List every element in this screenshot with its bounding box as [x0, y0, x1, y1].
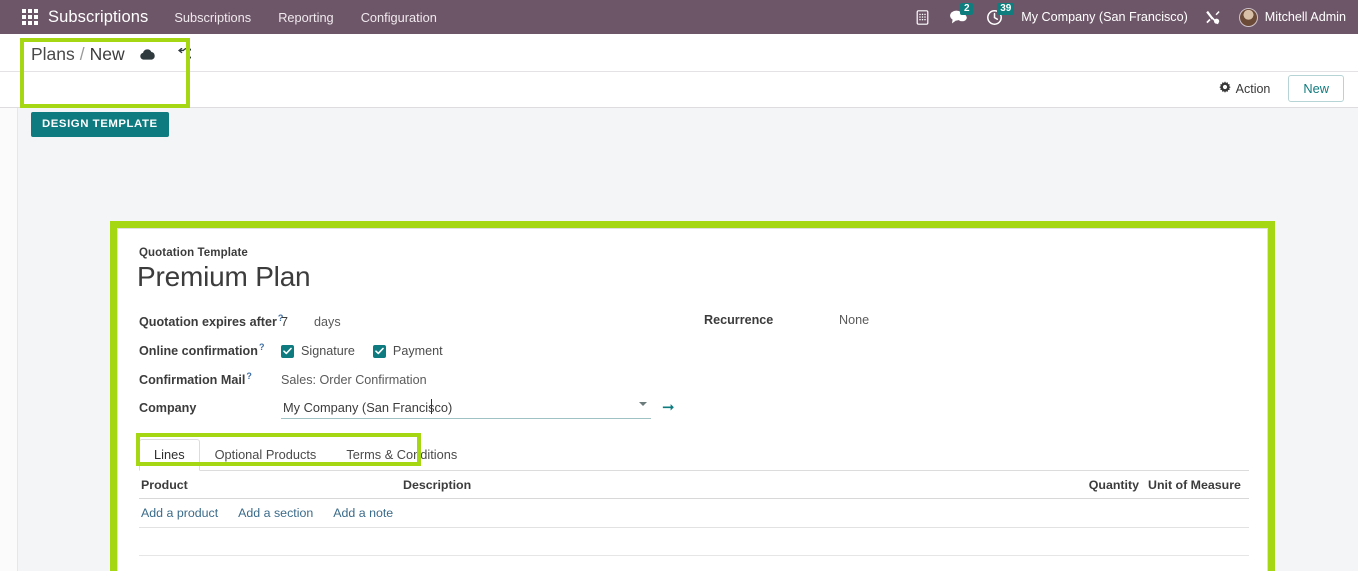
- activities-badge-count: 39: [997, 2, 1015, 15]
- field-label-online-confirmation: Online confirmation?: [139, 342, 265, 359]
- field-company: Company ➞: [139, 399, 679, 429]
- internal-link-arrow-icon[interactable]: ➞: [662, 400, 675, 415]
- column-header-product: Product: [141, 477, 188, 492]
- field-label-company: Company: [139, 401, 197, 415]
- page-title[interactable]: Premium Plan: [137, 261, 311, 293]
- nav-menu-configuration[interactable]: Configuration: [361, 10, 437, 25]
- navbar-company-switcher[interactable]: My Company (San Francisco): [1021, 10, 1188, 24]
- company-input-wrapper[interactable]: [281, 399, 651, 419]
- form-group-left: Quotation expires after? 7 days Online c…: [139, 313, 679, 429]
- tools-icon[interactable]: [1204, 9, 1221, 26]
- user-avatar[interactable]: [1238, 7, 1258, 27]
- field-recurrence: Recurrence None: [704, 313, 1104, 342]
- apps-grid-icon[interactable]: [22, 9, 38, 25]
- nav-menu-reporting[interactable]: Reporting: [278, 10, 334, 25]
- add-a-product-link[interactable]: Add a product: [141, 506, 218, 520]
- company-input[interactable]: [281, 400, 651, 419]
- order-lines-table: Product Description Quantity Unit of Mea…: [139, 471, 1249, 571]
- gear-icon: [1218, 81, 1231, 96]
- table-add-row: Add a product Add a section Add a note: [139, 499, 1249, 528]
- checkbox-payment-label: Payment: [392, 344, 443, 359]
- activities-clock-icon[interactable]: 39: [986, 2, 1015, 26]
- breadcrumb-separator: /: [79, 44, 85, 64]
- user-menu-mitchell-admin[interactable]: Mitchell Admin: [1265, 10, 1346, 24]
- breadcrumb: Plans / New: [31, 44, 191, 65]
- notebook: Lines Optional Products Terms & Conditio…: [139, 438, 1249, 571]
- cloud-save-icon[interactable]: [139, 48, 156, 61]
- add-a-section-link[interactable]: Add a section: [238, 506, 313, 520]
- checkbox-signature-box[interactable]: [281, 344, 294, 358]
- column-header-unit-of-measure: Unit of Measure: [1148, 477, 1241, 492]
- notebook-tabs: Lines Optional Products Terms & Conditio…: [139, 438, 1249, 471]
- field-label-recurrence: Recurrence: [704, 313, 774, 327]
- tab-terms-and-conditions[interactable]: Terms & Conditions: [331, 439, 472, 471]
- breadcrumb-root-plans[interactable]: Plans: [31, 44, 75, 65]
- tab-lines[interactable]: Lines: [139, 439, 200, 471]
- control-panel: Plans / New DESIGN TEMPLATE Action New: [0, 34, 1358, 137]
- field-value-expires-days[interactable]: 7: [281, 315, 288, 329]
- checkbox-payment-box[interactable]: [372, 344, 386, 358]
- checkbox-payment[interactable]: Payment: [372, 344, 443, 359]
- navbar-systray: 2 39 My Company (San Francisco) Mitchell…: [914, 2, 1358, 27]
- chevron-down-icon[interactable]: [639, 402, 647, 406]
- top-navbar: Subscriptions Subscriptions Reporting Co…: [0, 0, 1358, 34]
- help-tooltip-icon[interactable]: ?: [259, 342, 265, 352]
- messages-counter[interactable]: 2: [949, 3, 974, 25]
- nav-menu-subscriptions[interactable]: Subscriptions: [174, 10, 251, 25]
- help-tooltip-icon[interactable]: ?: [246, 371, 252, 381]
- form-sheet: Quotation Template Premium Plan Quotatio…: [117, 228, 1268, 571]
- breadcrumb-current-new: New: [89, 44, 125, 64]
- form-group-right: Recurrence None: [704, 313, 1104, 342]
- action-menu-button[interactable]: Action: [1218, 81, 1271, 96]
- field-value-recurrence[interactable]: None: [839, 313, 869, 327]
- table-row: [139, 528, 1249, 556]
- telephone-icon[interactable]: [914, 9, 931, 26]
- messages-badge-count: 2: [960, 3, 974, 15]
- checkbox-signature[interactable]: Signature: [281, 344, 355, 358]
- field-label-confirmation-mail: Confirmation Mail?: [139, 371, 252, 388]
- field-confirmation-mail: Confirmation Mail? Sales: Order Confirma…: [139, 371, 679, 400]
- scroll-gutter[interactable]: [0, 108, 18, 571]
- checkbox-signature-label: Signature: [301, 344, 355, 359]
- new-record-button[interactable]: New: [1288, 75, 1344, 102]
- tab-optional-products[interactable]: Optional Products: [200, 439, 332, 471]
- field-quotation-expires-after: Quotation expires after? 7 days: [139, 313, 679, 342]
- app-brand-subscriptions[interactable]: Subscriptions: [48, 8, 148, 27]
- field-unit-days: days: [314, 315, 341, 330]
- text-caret: [431, 399, 432, 414]
- field-value-confirmation-mail[interactable]: Sales: Order Confirmation: [281, 373, 427, 387]
- undo-discard-icon[interactable]: [176, 47, 191, 62]
- page-body: Quotation Template Premium Plan Quotatio…: [0, 108, 1358, 571]
- action-label: Action: [1235, 81, 1271, 96]
- control-panel-divider: [0, 71, 1358, 72]
- design-template-button[interactable]: DESIGN TEMPLATE: [31, 112, 169, 137]
- field-label-expires: Quotation expires after?: [139, 313, 284, 330]
- add-a-note-link[interactable]: Add a note: [333, 506, 393, 520]
- table-header-row: Product Description Quantity Unit of Mea…: [139, 471, 1249, 499]
- control-panel-actions: Action New: [1218, 75, 1344, 102]
- column-header-quantity: Quantity: [1088, 477, 1139, 492]
- quotation-template-label: Quotation Template: [139, 247, 248, 259]
- field-online-confirmation: Online confirmation? Signature Payment: [139, 342, 679, 371]
- table-row: [139, 556, 1249, 571]
- column-header-description: Description: [403, 477, 472, 492]
